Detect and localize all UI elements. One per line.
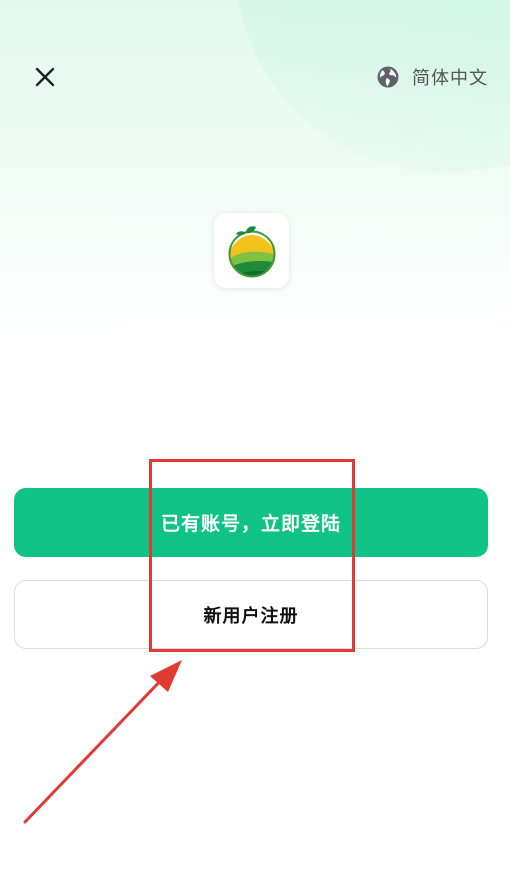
close-icon	[35, 67, 55, 87]
language-switch[interactable]: 简体中文	[376, 62, 488, 92]
close-button[interactable]	[30, 62, 60, 92]
orange-farm-logo-icon	[228, 225, 275, 277]
globe-icon	[377, 66, 399, 88]
annotation-arrow-head	[150, 660, 182, 692]
language-label: 简体中文	[412, 68, 488, 89]
register-button[interactable]: 新用户注册	[14, 580, 488, 649]
annotation-arrow-shaft	[23, 673, 168, 824]
login-button-label: 已有账号，立即登陆	[160, 513, 341, 535]
register-button-label: 新用户注册	[203, 605, 299, 627]
app-logo	[214, 213, 289, 288]
login-button[interactable]: 已有账号，立即登陆	[14, 488, 488, 557]
